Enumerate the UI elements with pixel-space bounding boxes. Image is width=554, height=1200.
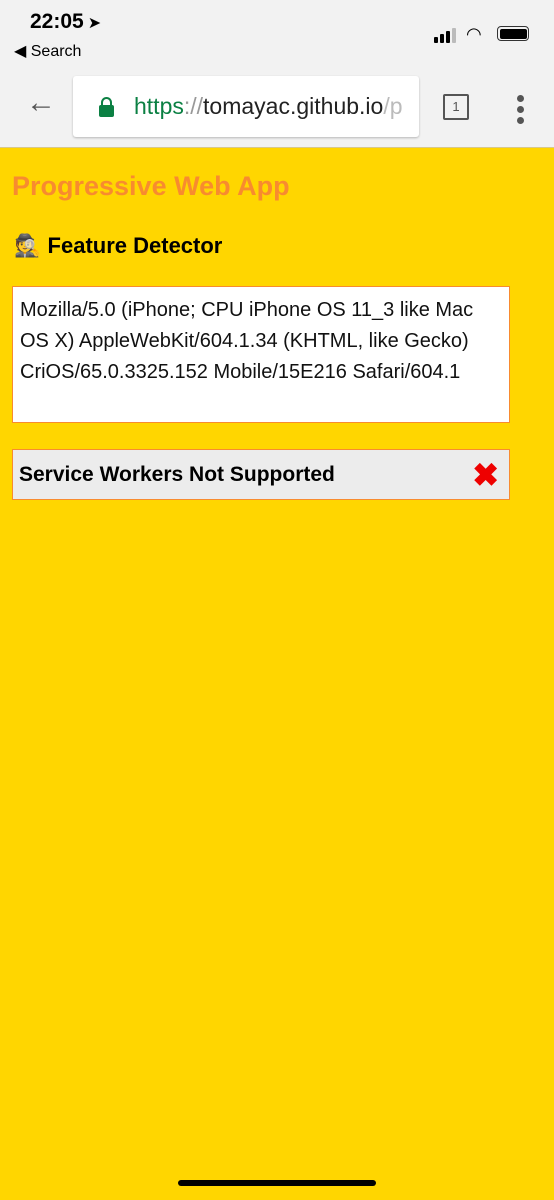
feature-detector-heading: 🕵 Feature Detector: [14, 233, 222, 259]
more-menu-icon[interactable]: [517, 95, 524, 124]
user-agent-box: Mozilla/5.0 (iPhone; CPU iPhone OS 11_3 …: [12, 286, 510, 423]
detective-icon: 🕵: [14, 233, 42, 258]
url-scheme: https: [134, 93, 184, 119]
back-arrow-icon[interactable]: ←: [26, 88, 56, 118]
cross-icon: ✖: [472, 456, 499, 493]
status-time: 22:05 ➤: [30, 10, 101, 34]
signal-icon: [434, 28, 456, 43]
location-icon: ➤: [87, 15, 102, 32]
battery-icon: [497, 26, 529, 41]
url-host: tomayac.github.io: [203, 93, 384, 119]
back-to-search-link[interactable]: ◀ Search: [14, 41, 81, 61]
wifi-icon: ◠: [466, 24, 482, 44]
lock-icon: [99, 96, 114, 117]
url-bar[interactable]: https://tomayac.github.io/p: [73, 76, 419, 137]
url-separator: ://: [183, 93, 204, 119]
browser-chrome: 22:05 ➤ ◀ Search ◠ ← https://tomayac.gith…: [0, 0, 554, 148]
heading-text: Feature Detector: [47, 233, 223, 258]
feature-label: Service Workers Not Supported: [19, 462, 335, 486]
time-text: 22:05: [30, 10, 84, 33]
url-path: /p: [383, 93, 403, 119]
tab-switcher-button[interactable]: 1: [443, 94, 469, 120]
feature-row-service-workers: Service Workers Not Supported ✖: [12, 449, 510, 500]
home-indicator[interactable]: [178, 1180, 376, 1186]
page-title: Progressive Web App: [12, 171, 290, 201]
